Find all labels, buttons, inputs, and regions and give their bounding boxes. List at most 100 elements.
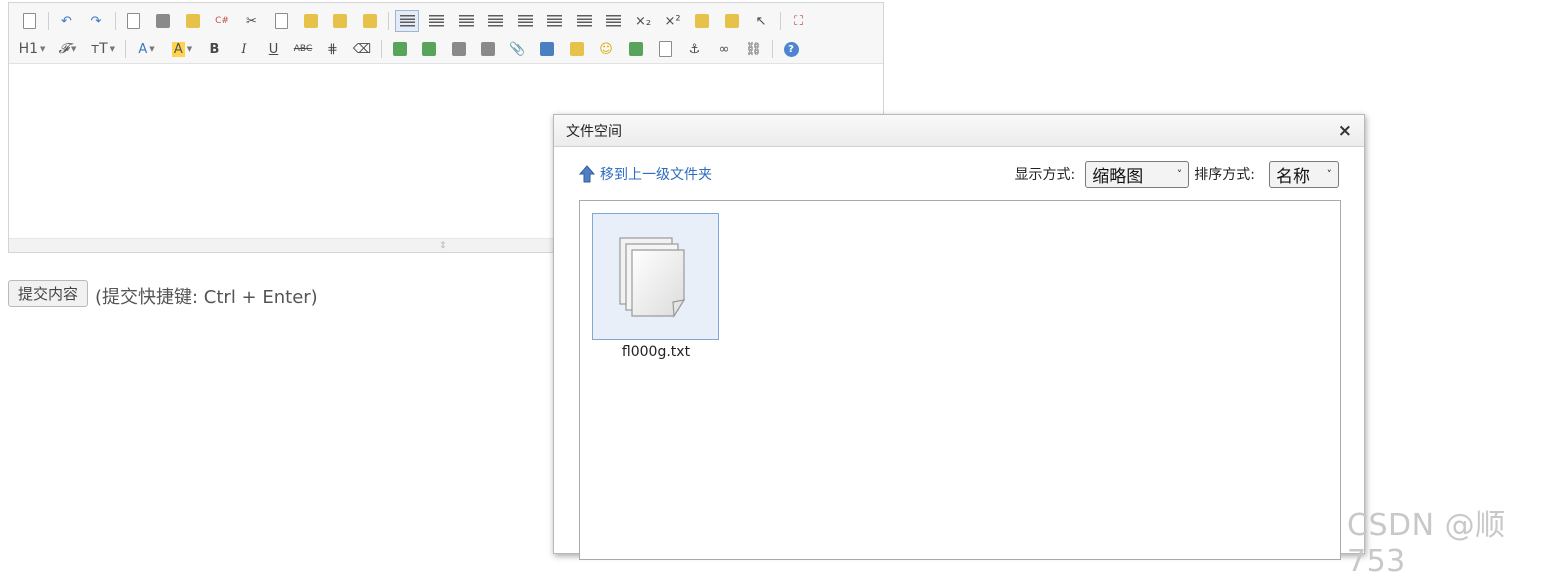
chevron-down-icon: ▼: [186, 45, 193, 53]
help-button[interactable]: ?: [779, 38, 803, 60]
insert-image-button[interactable]: [388, 38, 412, 60]
unlink-icon: ⛓: [745, 41, 762, 57]
undo-button[interactable]: ↶: [55, 10, 79, 32]
underline-icon: U: [268, 41, 279, 57]
select-all-button[interactable]: [720, 10, 744, 32]
paste-word-icon: [362, 14, 377, 28]
align-right-button[interactable]: [454, 10, 478, 32]
unlink-button[interactable]: ⛓: [742, 38, 766, 60]
view-mode-select[interactable]: 缩略图 ˅: [1085, 160, 1190, 188]
superscript-icon: ×²: [664, 13, 681, 29]
anchor-icon: ⚓: [688, 41, 701, 57]
link-button[interactable]: ∞: [712, 38, 736, 60]
page-break-icon: [658, 41, 672, 57]
toolbar-separator: [388, 12, 389, 30]
font-family-label: 𝓕: [58, 41, 69, 57]
dialog-titlebar[interactable]: 文件空间 ×: [554, 115, 1364, 147]
image-icon: [392, 42, 407, 56]
chevron-down-icon: ˅: [1326, 167, 1333, 181]
code-button[interactable]: C#: [210, 10, 234, 32]
heading-label: H1: [18, 41, 39, 57]
align-right-icon: [458, 15, 474, 27]
strikethrough-button[interactable]: ABC: [291, 38, 315, 60]
align-left-button[interactable]: [395, 10, 419, 32]
media-button[interactable]: [476, 38, 500, 60]
table-button[interactable]: [535, 38, 559, 60]
horizontal-rule-button[interactable]: ⋕: [321, 38, 345, 60]
anchor-button[interactable]: ⚓: [683, 38, 707, 60]
map-button[interactable]: [624, 38, 648, 60]
align-center-button[interactable]: [425, 10, 449, 32]
multi-image-button[interactable]: [417, 38, 441, 60]
superscript-button[interactable]: ×²: [661, 10, 685, 32]
underline-button[interactable]: U: [262, 38, 286, 60]
font-color-icon: A: [138, 41, 148, 57]
cut-button[interactable]: ✂: [240, 10, 264, 32]
code-icon: C#: [215, 15, 229, 26]
hr-insert-icon: [569, 42, 584, 56]
paste-text-button[interactable]: [328, 10, 352, 32]
sort-select[interactable]: 名称 ˅: [1269, 160, 1339, 188]
unordered-list-icon: [547, 15, 562, 27]
close-icon[interactable]: ×: [1338, 121, 1352, 141]
pointer-button[interactable]: ↖: [749, 10, 773, 32]
fullscreen-icon: ⛶: [793, 13, 804, 29]
indent-button[interactable]: [572, 10, 596, 32]
font-color-button[interactable]: A ▼: [132, 38, 162, 60]
paste-word-button[interactable]: [358, 10, 382, 32]
preview-button[interactable]: [122, 10, 146, 32]
page-break-button[interactable]: [653, 38, 677, 60]
submit-button[interactable]: 提交内容: [8, 280, 88, 307]
template-button[interactable]: [181, 10, 205, 32]
toolbar-row-1: ↶ ↷ C# ✂ ×₂ ×² ↖ ⛶: [17, 7, 883, 35]
file-name: fl000g.txt: [621, 344, 691, 360]
file-item[interactable]: fl000g.txt: [592, 213, 720, 360]
clear-format-button[interactable]: [690, 10, 714, 32]
heading-button[interactable]: H1 ▼: [17, 38, 47, 60]
font-size-button[interactable]: ᴛT ▼: [88, 38, 118, 60]
fullscreen-button[interactable]: ⛶: [787, 10, 811, 32]
bold-button[interactable]: B: [203, 38, 227, 60]
print-icon: [156, 14, 170, 28]
align-center-icon: [429, 15, 444, 27]
copy-button[interactable]: [269, 10, 293, 32]
unordered-list-button[interactable]: [543, 10, 567, 32]
paste-button[interactable]: [299, 10, 323, 32]
font-family-button[interactable]: 𝓕 ▼: [53, 38, 83, 60]
source-icon: [22, 13, 36, 29]
toolbar-separator: [772, 40, 773, 58]
outdent-button[interactable]: [602, 10, 626, 32]
media-icon: [481, 42, 495, 56]
ordered-list-button[interactable]: [513, 10, 537, 32]
flash-button[interactable]: [447, 38, 471, 60]
toolbar-separator: [114, 12, 116, 30]
chevron-down-icon: ˅: [1176, 167, 1183, 181]
hr-insert-button[interactable]: [565, 38, 589, 60]
source-button[interactable]: [17, 10, 41, 32]
attachment-button[interactable]: 📎: [506, 38, 530, 60]
emoticon-button[interactable]: ☺: [594, 38, 618, 60]
up-folder-link[interactable]: 移到上一级文件夹: [579, 164, 712, 184]
sort-value: 名称: [1276, 166, 1310, 187]
align-justify-button[interactable]: [484, 10, 508, 32]
redo-button[interactable]: ↷: [84, 10, 108, 32]
emoticon-icon: ☺: [599, 41, 613, 57]
dialog-toolbar: 移到上一级文件夹 显示方式: 缩略图 ˅ 排序方式: 名称 ˅: [579, 159, 1339, 189]
italic-button[interactable]: I: [232, 38, 256, 60]
italic-icon: I: [241, 41, 247, 57]
copy-icon: [274, 13, 288, 29]
chevron-down-icon: ▼: [109, 45, 116, 53]
align-left-icon: [399, 15, 415, 27]
toolbar-separator: [380, 40, 382, 58]
eraser-button[interactable]: ⌫: [350, 38, 374, 60]
table-icon: [540, 42, 554, 56]
clear-format-icon: [695, 14, 709, 28]
arrow-up-icon: [579, 165, 595, 183]
strikethrough-icon: ABC: [293, 43, 313, 54]
print-button[interactable]: [151, 10, 175, 32]
file-thumbnail: [592, 213, 719, 340]
highlight-button[interactable]: A ▼: [167, 38, 197, 60]
subscript-button[interactable]: ×₂: [631, 10, 655, 32]
cut-icon: ✂: [246, 13, 257, 29]
map-icon: [628, 42, 643, 56]
